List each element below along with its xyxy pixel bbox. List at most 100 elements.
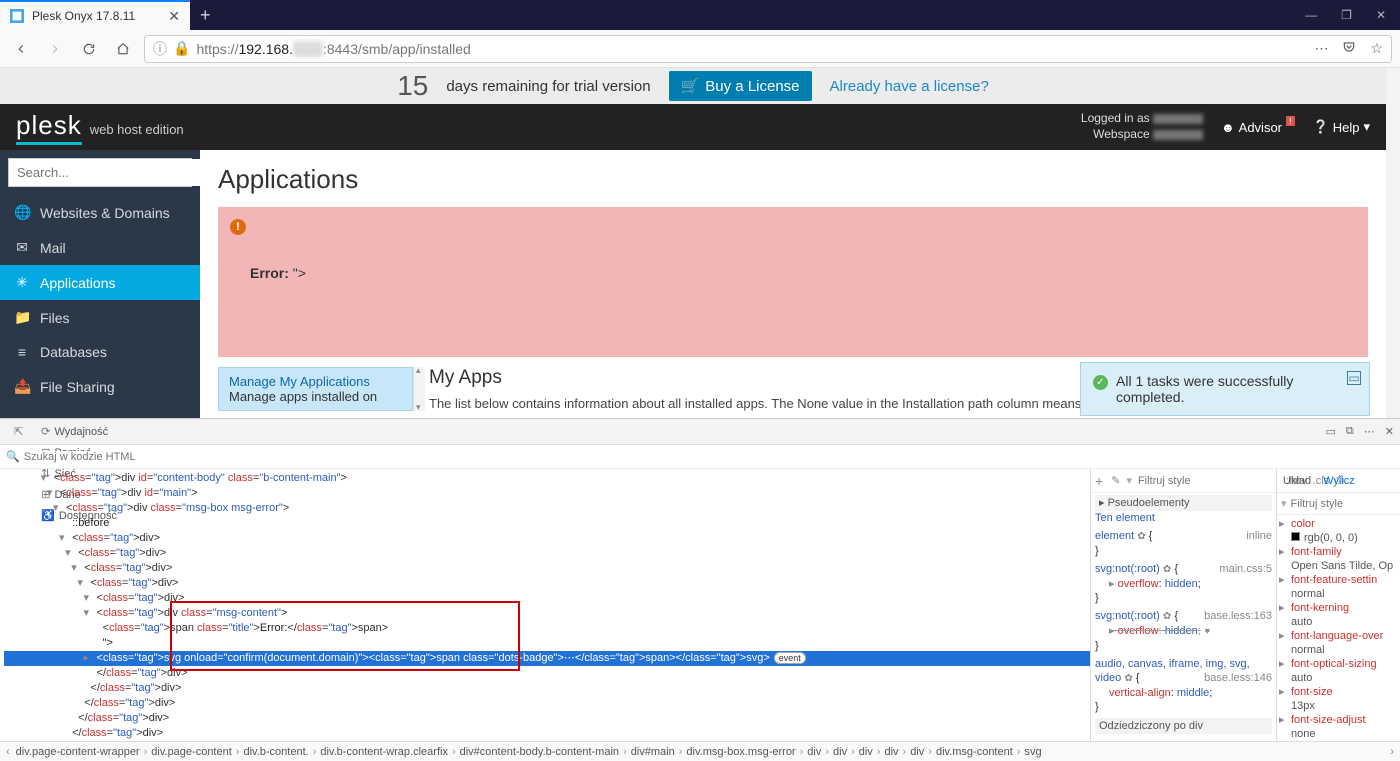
computed-list[interactable]: ▸color rgb(0, 0, 0)▸font-familyOpen Sans… — [1277, 515, 1400, 741]
forward-button[interactable] — [42, 36, 68, 62]
css-rule[interactable]: Ten element — [1095, 511, 1272, 525]
advisor-button[interactable]: ☻ Advisor ! — [1221, 120, 1295, 135]
breadcrumb-item[interactable]: div.msg-box.msg-error — [682, 746, 799, 758]
computed-prop[interactable]: ▸font-feature-settinnormal — [1279, 573, 1398, 601]
html-tree-node[interactable]: </class="tag">div> — [4, 726, 1090, 741]
sidebar-item-applications[interactable]: ✳Applications — [0, 265, 200, 300]
html-tree-node[interactable]: </class="tag">div> — [4, 666, 1090, 681]
css-rule[interactable]: audio, canvas, iframe, img, svg, video ✿… — [1095, 657, 1272, 714]
computed-prop[interactable]: ▸color rgb(0, 0, 0) — [1279, 517, 1398, 545]
css-rule[interactable]: element ✿ {inline} — [1095, 529, 1272, 558]
already-license-link[interactable]: Already have a license? — [830, 78, 989, 95]
computed-prop[interactable]: ▸font-optical-sizingauto — [1279, 657, 1398, 685]
search-input[interactable] — [9, 159, 201, 186]
computed-prop[interactable]: ▸font-language-overnormal — [1279, 629, 1398, 657]
breadcrumb-item[interactable]: div.b-content. — [239, 746, 312, 758]
new-tab-button[interactable]: + — [190, 0, 221, 30]
toast-minimize-icon[interactable]: ▭ — [1347, 371, 1361, 385]
devtools-tab-wydajność[interactable]: ⟳Wydajność — [33, 421, 126, 442]
breadcrumb-item[interactable]: svg — [1020, 746, 1045, 758]
html-tree-node[interactable]: </class="tag">div> — [4, 711, 1090, 726]
breadcrumb-item[interactable]: div.page-content-wrapper — [12, 746, 144, 758]
html-tree-node[interactable]: "> — [4, 636, 1090, 651]
tab-close-icon[interactable]: ✕ — [168, 8, 180, 25]
dock-side-icon[interactable]: ⧉ — [1346, 425, 1354, 438]
crumb-scroll-left[interactable]: ‹ — [4, 746, 12, 758]
window-close-icon[interactable]: ✕ — [1376, 8, 1386, 22]
html-tree-node[interactable]: ▾ <class="tag">div class="msg-box msg-er… — [4, 501, 1090, 516]
breadcrumb-bar[interactable]: ‹div.page-content-wrapper › div.page-conte… — [0, 741, 1400, 761]
sidebar-item-databases[interactable]: ≡Databases — [0, 335, 200, 369]
back-button[interactable] — [8, 36, 34, 62]
element-picker-button[interactable]: ⇱ — [6, 421, 31, 442]
computed-prop[interactable]: ▸font-familyOpen Sans Tilde, Op — [1279, 545, 1398, 573]
computed-prop[interactable]: ▸font-kerningauto — [1279, 601, 1398, 629]
security-warning-icon[interactable]: 🔒 — [173, 40, 190, 57]
html-tree-node[interactable]: ▾ <class="tag">div class="msg-content"> — [4, 606, 1090, 621]
html-tree-node[interactable]: </class="tag">div> — [4, 696, 1090, 711]
reload-button[interactable] — [76, 36, 102, 62]
breadcrumb-item[interactable]: div — [880, 746, 902, 758]
computed-tab[interactable]: Wylicz — [1317, 475, 1361, 487]
html-tree-node[interactable]: ▾ <class="tag">div id="content-body" cla… — [4, 471, 1090, 486]
html-tree-node[interactable]: ▾ <class="tag">div> — [4, 531, 1090, 546]
breadcrumb-item[interactable]: div#content-body.b-content-main — [456, 746, 623, 758]
home-button[interactable] — [110, 36, 136, 62]
css-rule[interactable]: svg:not(:root) ✿ {base.less:163▸ overflo… — [1095, 609, 1272, 653]
responsive-mode-icon[interactable]: ▭ — [1326, 425, 1336, 438]
computed-filter-input[interactable] — [1291, 498, 1400, 510]
crumb-scroll-right[interactable]: › — [1388, 746, 1396, 758]
rules-section[interactable]: ▸ Pseudoelementy — [1095, 495, 1272, 511]
css-rule[interactable]: svg:not(:root) ✿ {main.css:5▸ overflow: … — [1095, 562, 1272, 605]
breadcrumb-item[interactable]: div.b-content-wrap.clearfix — [316, 746, 452, 758]
html-tree-node[interactable]: ▾ <class="tag">div> — [4, 576, 1090, 591]
html-search-input[interactable] — [24, 451, 1394, 463]
page-actions-icon[interactable]: ⋯ — [1314, 40, 1328, 57]
sidebar-item-files[interactable]: 📁Files — [0, 300, 200, 335]
devtools-close-icon[interactable]: ✕ — [1385, 425, 1394, 438]
html-tree-node[interactable]: ▾ <class="tag">div> — [4, 561, 1090, 576]
breadcrumb-item[interactable]: div — [803, 746, 825, 758]
html-search-bar[interactable]: 🔍 — [0, 445, 1400, 469]
rules-list[interactable]: ▸ PseudoelementyTen element element ✿ {in… — [1091, 493, 1276, 741]
search-box[interactable]: 🔍 — [8, 158, 192, 187]
pocket-icon[interactable] — [1342, 40, 1356, 57]
rules-inherited[interactable]: Odziedziczony po div — [1095, 718, 1272, 734]
site-info-icon[interactable]: ⓘ — [153, 39, 167, 59]
html-tree[interactable]: ▾ <class="tag">div id="content-body" cla… — [0, 469, 1090, 741]
eyedropper-icon[interactable]: ✎ — [1111, 474, 1120, 487]
rules-filter-input[interactable] — [1138, 475, 1280, 487]
apps-side-nav[interactable]: Manage My Applications Manage apps insta… — [218, 367, 413, 411]
html-tree-node[interactable]: ▸ <class="tag">svg onload="confirm(docum… — [4, 651, 1090, 666]
sidebar-item-mail[interactable]: ✉Mail — [0, 230, 200, 265]
html-tree-node[interactable]: ▾ <class="tag">div id="main"> — [4, 486, 1090, 501]
html-tree-node[interactable]: ▾ <class="tag">div> — [4, 546, 1090, 561]
plesk-logo[interactable]: plesk web host edition — [16, 110, 184, 145]
breadcrumb-item[interactable]: div#main — [627, 746, 679, 758]
window-minimize-icon[interactable]: — — [1305, 8, 1317, 22]
sidebar-item-websites-domains[interactable]: 🌐Websites & Domains — [0, 195, 200, 230]
html-tree-node[interactable]: <class="tag">span class="title">Error:</… — [4, 621, 1090, 636]
layout-tab[interactable]: Układ — [1277, 475, 1317, 487]
html-tree-node[interactable]: </class="tag">div> — [4, 681, 1090, 696]
html-tree-node[interactable]: ▾ <class="tag">div> — [4, 591, 1090, 606]
computed-prop[interactable]: ▸font-size13px — [1279, 685, 1398, 713]
breadcrumb-item[interactable]: div.msg-content — [932, 746, 1017, 758]
breadcrumb-item[interactable]: div — [906, 746, 928, 758]
address-bar[interactable]: ⓘ 🔒 https://192.168.xx:8443/smb/app/inst… — [144, 35, 1392, 63]
computed-prop[interactable]: ▸font-size-adjustnone — [1279, 713, 1398, 741]
bookmark-icon[interactable]: ☆ — [1370, 40, 1383, 57]
apps-nav-scrollbar[interactable] — [413, 367, 425, 411]
help-button[interactable]: ❔ Help ▾ — [1313, 119, 1370, 135]
browser-tab[interactable]: Plesk Onyx 17.8.11 ✕ — [0, 0, 190, 30]
breadcrumb-item[interactable]: div — [855, 746, 877, 758]
devtools-menu-icon[interactable]: ⋯ — [1364, 425, 1375, 438]
add-rule-button[interactable]: + — [1095, 473, 1103, 489]
html-tree-node[interactable]: ::before — [4, 516, 1090, 531]
breadcrumb-item[interactable]: div.page-content — [147, 746, 236, 758]
breadcrumb-item[interactable]: div — [829, 746, 851, 758]
success-icon: ✓ — [1093, 375, 1108, 390]
sidebar-item-file-sharing[interactable]: 📤File Sharing — [0, 369, 200, 404]
buy-license-button[interactable]: 🛒 Buy a License — [669, 71, 812, 101]
window-maximize-icon[interactable]: ❐ — [1341, 8, 1352, 22]
